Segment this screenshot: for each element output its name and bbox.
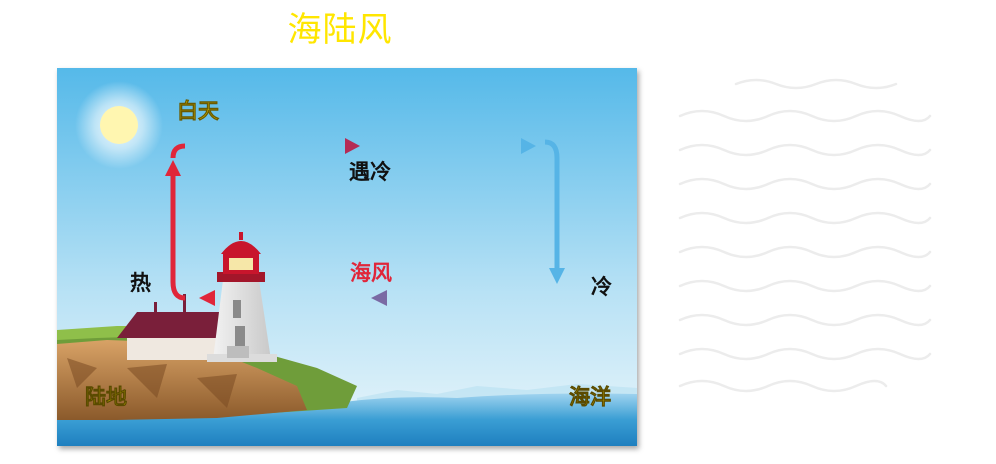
label-land: 陆地 <box>85 385 127 409</box>
label-cold: 冷 <box>591 275 612 299</box>
sun-icon <box>75 81 163 169</box>
faded-text-block <box>676 66 946 396</box>
label-daytime: 白天 <box>177 99 220 123</box>
label-hot: 热 <box>130 271 151 295</box>
label-meets-cold: 遇冷 <box>349 160 391 184</box>
label-sea-breeze: 海风 <box>350 261 392 285</box>
label-ocean: 海洋 <box>569 385 611 409</box>
sea-land-breeze-diagram: 白天 遇冷 热 海风 冷 陆地 海洋 <box>57 68 637 446</box>
page-title: 海陆风 <box>287 10 393 50</box>
